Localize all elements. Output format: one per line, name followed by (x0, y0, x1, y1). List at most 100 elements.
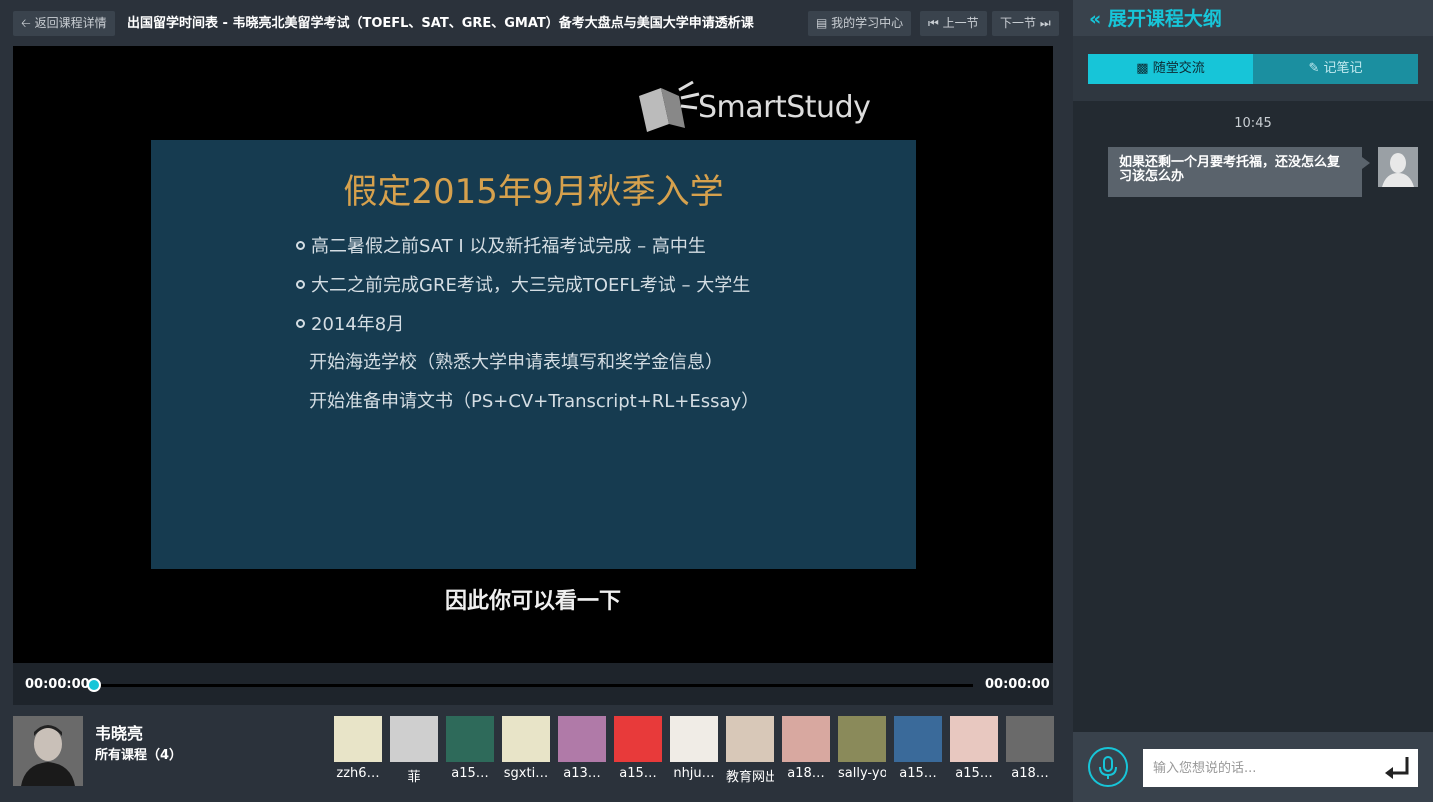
bullet-icon (296, 319, 305, 328)
student-name: a15… (619, 766, 657, 781)
student-item[interactable]: a15… (614, 716, 662, 781)
student-name: sgxti… (503, 766, 549, 781)
student-item[interactable]: sally-you (838, 716, 886, 781)
student-item[interactable]: a15… (446, 716, 494, 781)
progress-track[interactable] (93, 684, 973, 687)
double-chevron-left-icon: « (1089, 8, 1102, 30)
study-center-label: 我的学习中心 (831, 16, 904, 30)
outline-label-text: 展开课程大纲 (1107, 8, 1222, 30)
bullet-text: 高二暑假之前SAT I 以及新托福考试完成 – 高中生 (311, 236, 706, 257)
chat-timestamp: 10:45 (1234, 116, 1272, 131)
skip-forward-icon: ⏭ (1039, 16, 1051, 30)
student-item[interactable]: a13… (558, 716, 606, 781)
teacher-name[interactable]: 韦晓亮 (95, 720, 143, 744)
top-toolbar: 🡠 返回课程详情 出国留学时间表 - 韦晓亮北美留学考试（TOEFL、SAT、G… (13, 11, 1059, 36)
teacher-avatar[interactable] (13, 716, 83, 786)
student-avatar (502, 716, 550, 762)
bullet-icon (296, 241, 305, 250)
student-item[interactable]: a15… (894, 716, 942, 781)
arrow-left-icon: 🡠 (21, 16, 31, 30)
video-subtitle: 因此你可以看一下 (444, 589, 621, 614)
student-avatar (390, 716, 438, 762)
logo-text: SmartStudy (698, 90, 871, 125)
chat-user-avatar[interactable] (1378, 147, 1418, 187)
lecture-slide: 假定2015年9月秋季入学 高二暑假之前SAT I 以及新托福考试完成 – 高中… (151, 140, 916, 569)
student-item[interactable]: zzh6… (334, 716, 382, 781)
student-avatar (670, 716, 718, 762)
slide-bullet: 大二之前完成GRE考试，大三完成TOEFL考试 – 大学生 (296, 271, 750, 297)
slide-bullet: 高二暑假之前SAT I 以及新托福考试完成 – 高中生 (296, 232, 706, 258)
sidebar: « 展开课程大纲 ▩ 随堂交流 ✎ 记笔记 10:45 如果还剩一个月要考托福，… (1073, 0, 1433, 802)
student-item[interactable]: 菲 (390, 716, 438, 785)
tab-notes-label: 记笔记 (1323, 61, 1363, 76)
student-name: a18… (1011, 766, 1049, 781)
teacher-courses-link[interactable]: 所有课程（4） (95, 744, 182, 763)
student-item[interactable]: a18… (782, 716, 830, 781)
student-avatar (334, 716, 382, 762)
student-name: a18… (787, 766, 825, 781)
student-avatar (614, 716, 662, 762)
pencil-icon: ✎ (1308, 61, 1320, 76)
next-label: 下一节 (1000, 16, 1037, 30)
student-avatar (726, 716, 774, 762)
next-lesson-button[interactable]: 下一节 ⏭ (992, 11, 1059, 36)
student-name: zzh6… (336, 766, 380, 781)
student-name: 菲 (407, 770, 421, 785)
study-center-button[interactable]: ▤ 我的学习中心 (808, 11, 912, 36)
student-avatar (838, 716, 886, 762)
student-avatar (558, 716, 606, 762)
prev-lesson-button[interactable]: ⏮ 上一节 (920, 11, 987, 36)
student-item[interactable]: a15… (950, 716, 998, 781)
student-list: zzh6… 菲 a15… sgxti… a13… a15… nhju… 教育网出铭 a18… sa… (334, 716, 1054, 802)
student-name: a15… (899, 766, 937, 781)
student-name: a15… (955, 766, 993, 781)
student-item[interactable]: sgxti… (502, 716, 550, 781)
student-item[interactable]: a18… (1006, 716, 1054, 781)
total-time: 00:00:00 (985, 677, 1050, 692)
bullet-icon (296, 280, 305, 289)
player-controls: 00:00:00 00:00:00 (13, 663, 1053, 705)
smartstudy-logo-icon (639, 80, 700, 132)
slide-subitem: 开始准备申请文书（PS+CV+Transcript+RL+Essay） (309, 391, 760, 412)
enter-send-icon[interactable] (1383, 755, 1411, 781)
tab-notes[interactable]: ✎ 记笔记 (1253, 54, 1418, 84)
course-title: 出国留学时间表 - 韦晓亮北美留学考试（TOEFL、SAT、GRE、GMAT）备… (127, 16, 754, 31)
student-name: a13… (563, 766, 601, 781)
student-avatar (894, 716, 942, 762)
current-time: 00:00:00 (25, 677, 90, 692)
book-icon: ▤ (816, 16, 828, 30)
chat-message: 如果还剩一个月要考托福，还没怎么复习该怎么办 (1108, 147, 1370, 197)
chat-input-bar (1073, 732, 1433, 802)
student-avatar (950, 716, 998, 762)
tab-chat[interactable]: ▩ 随堂交流 (1088, 54, 1253, 84)
bullet-text: 大二之前完成GRE考试，大三完成TOEFL考试 – 大学生 (311, 275, 751, 296)
student-name: nhju… (673, 766, 715, 781)
microphone-icon (1099, 756, 1117, 779)
student-item[interactable]: 教育网出铭 (726, 716, 774, 785)
main-panel: 🡠 返回课程详情 出国留学时间表 - 韦晓亮北美留学考试（TOEFL、SAT、G… (0, 0, 1073, 802)
bullet-text: 2014年8月 (311, 314, 405, 335)
student-name: a15… (451, 766, 489, 781)
back-to-course-button[interactable]: 🡠 返回课程详情 (13, 11, 115, 36)
student-name: 教育网出铭 (726, 770, 774, 785)
slide-bullet: 2014年8月 (296, 310, 404, 336)
video-player[interactable]: SmartStudy 假定2015年9月秋季入学 高二暑假之前SAT I 以及新… (13, 46, 1053, 663)
tab-chat-label: 随堂交流 (1152, 61, 1205, 76)
student-avatar (782, 716, 830, 762)
slide-subitem: 开始海选学校（熟悉大学申请表填写和奖学金信息） (309, 352, 723, 373)
student-name: sally-you (838, 766, 886, 781)
progress-handle[interactable] (87, 678, 101, 692)
back-label: 返回课程详情 (34, 16, 107, 30)
course-outline-toggle[interactable]: « 展开课程大纲 (1073, 0, 1433, 36)
prev-label: 上一节 (942, 16, 979, 30)
teacher-portrait-icon (13, 716, 83, 786)
outline-label: « 展开课程大纲 (1089, 4, 1222, 31)
slide-title: 假定2015年9月秋季入学 (343, 172, 724, 212)
skip-back-icon: ⏮ (928, 16, 939, 30)
chat-message-input[interactable] (1143, 749, 1418, 787)
user-silhouette-icon (1378, 147, 1418, 187)
voice-input-button[interactable] (1088, 747, 1128, 787)
student-item[interactable]: nhju… (670, 716, 718, 781)
student-avatar (446, 716, 494, 762)
chat-bubble-icon: ▩ (1136, 61, 1149, 76)
